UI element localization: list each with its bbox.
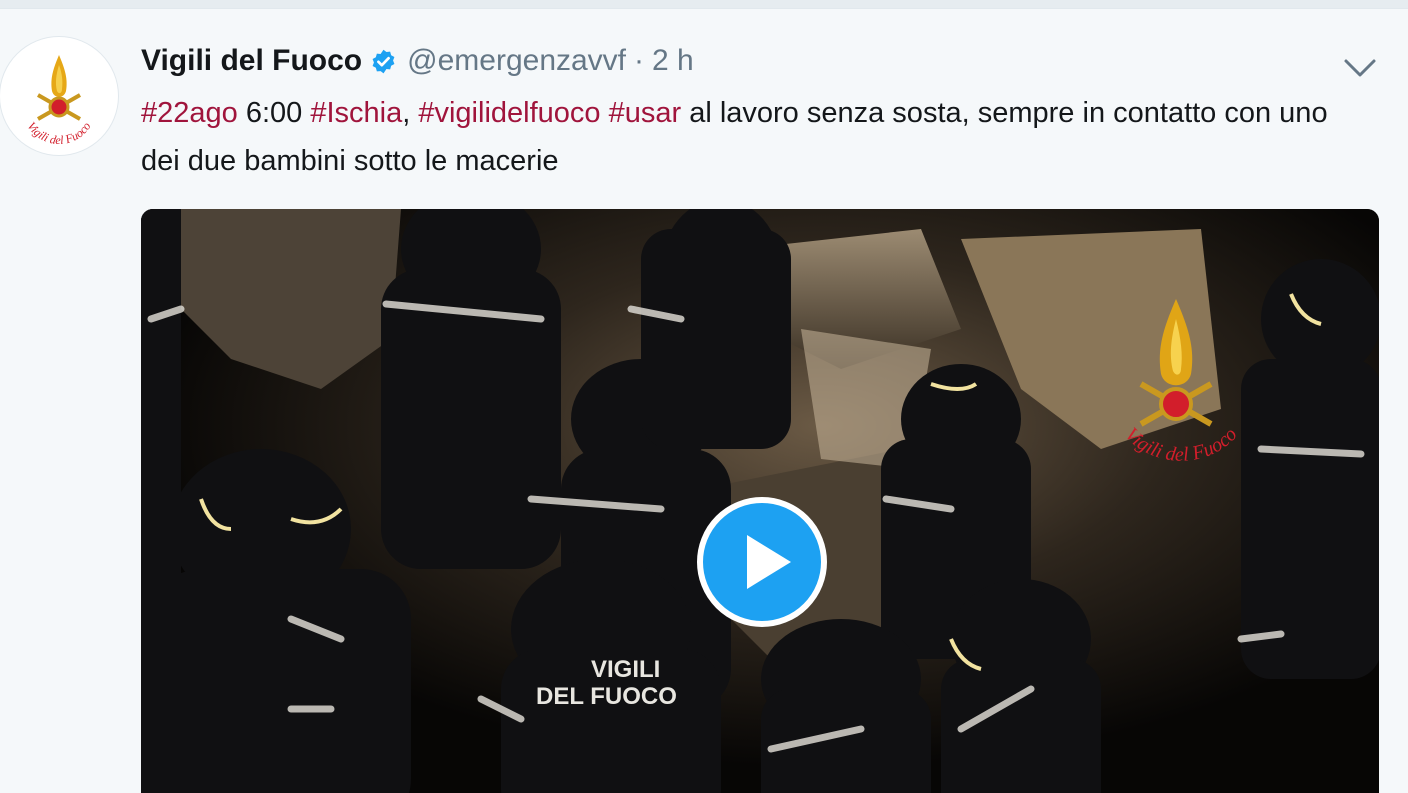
separator-dot: · (634, 44, 645, 77)
play-icon[interactable] (695, 495, 829, 629)
chevron-down-icon[interactable] (1340, 53, 1380, 83)
tweet-timestamp[interactable]: 2 h (652, 44, 694, 78)
tweet-text-segment: , (402, 97, 419, 129)
tweet-card[interactable]: Vigili del Fuoco Vigili del Fuoco @emerg… (0, 8, 1408, 793)
vest-text-line2: DEL FUOCO (536, 683, 677, 710)
watermark-logo: Vigili del Fuoco (1120, 299, 1242, 466)
hashtag-link[interactable]: #usar (609, 97, 682, 129)
tweet-text-segment (601, 97, 609, 129)
avatar[interactable]: Vigili del Fuoco (0, 37, 118, 155)
author-name[interactable]: Vigili del Fuoco (141, 44, 362, 78)
vest-text-line1: VIGILI (591, 656, 660, 683)
fire-flame-logo-icon: Vigili del Fuoco (1, 38, 117, 154)
hashtag-link[interactable]: #22ago (141, 97, 238, 129)
hashtag-link[interactable]: #vigilidelfuoco (418, 97, 600, 129)
video-player[interactable]: VIGILI DEL FUOCO Vigili del Fuoco (141, 209, 1379, 793)
watermark-text: Vigili del Fuoco (1120, 423, 1241, 465)
verified-badge-icon (372, 49, 395, 73)
tweet-text: #22ago 6:00 #Ischia, #vigilidelfuoco #us… (141, 89, 1341, 185)
author-handle[interactable]: @emergenzavvf (407, 44, 626, 78)
tweet-text-segment: 6:00 (237, 97, 311, 129)
tweet-header: Vigili del Fuoco @emergenzavvf · 2 h (141, 39, 694, 83)
hashtag-link[interactable]: #Ischia (310, 97, 402, 129)
